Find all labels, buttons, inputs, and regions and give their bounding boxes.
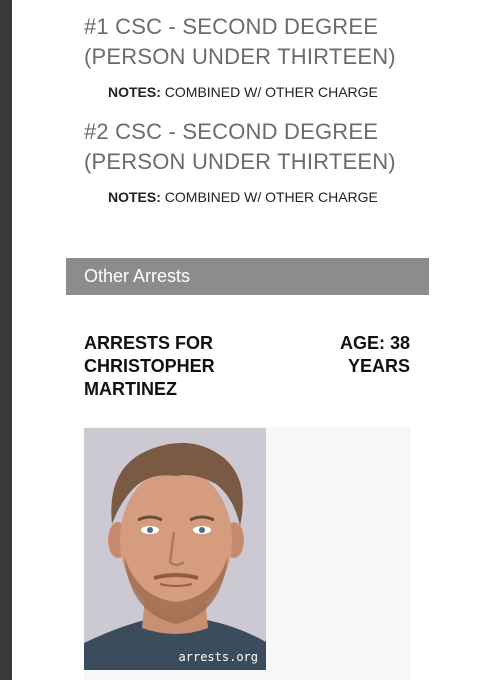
notes-label: NOTES:	[108, 84, 161, 100]
mugshot-image	[84, 428, 266, 670]
notes-value: COMBINED W/ OTHER CHARGE	[164, 84, 378, 100]
age-label: AGE: 38 YEARS	[339, 333, 410, 376]
arrests-heading: ARRESTS FOR CHRISTOPHER MARTINEZ	[84, 333, 215, 399]
left-border	[0, 0, 12, 680]
charge-notes-2: NOTES: COMBINED W/ OTHER CHARGE	[108, 188, 378, 206]
charge-title-1: #1 CSC - SECOND DEGREE (PERSON UNDER THI…	[84, 14, 396, 69]
mugshot-photo[interactable]: arrests.org	[84, 428, 266, 670]
notes-label: NOTES:	[108, 189, 161, 205]
other-arrests-header: Other Arrests	[66, 258, 429, 295]
notes-value: COMBINED W/ OTHER CHARGE	[164, 189, 378, 205]
watermark-text: arrests.org	[178, 650, 258, 664]
charge-title-2: #2 CSC - SECOND DEGREE (PERSON UNDER THI…	[84, 119, 396, 174]
charge-notes-1: NOTES: COMBINED W/ OTHER CHARGE	[108, 83, 378, 101]
